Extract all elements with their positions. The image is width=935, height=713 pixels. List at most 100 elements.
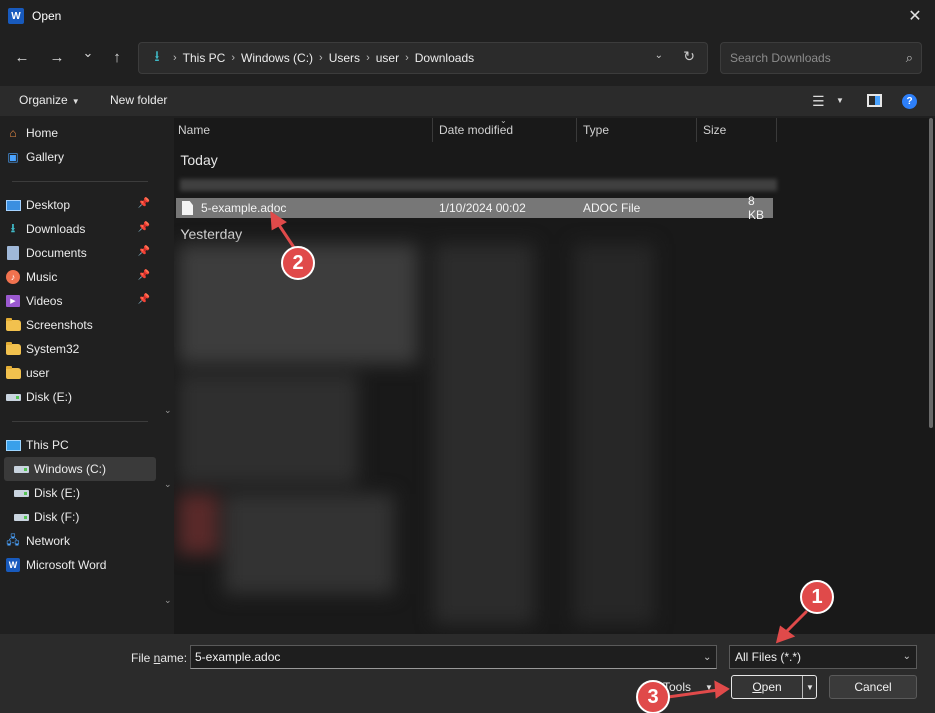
- column-header-size[interactable]: Size: [703, 123, 726, 137]
- file-list-scrollbar[interactable]: [929, 118, 933, 428]
- navigation-bar: ← → ⌄ ↑ ⭳ › This PC › Windows (C:) › Use…: [0, 36, 935, 82]
- column-header-date-modified[interactable]: Date modified: [439, 123, 513, 137]
- sidebar-item-network[interactable]: 🖧 Network: [4, 529, 156, 553]
- chevron-right-icon[interactable]: ›: [366, 52, 370, 64]
- sidebar-item-this-pc[interactable]: This PC: [4, 433, 156, 457]
- sidebar-divider: [12, 421, 148, 422]
- recent-locations-chevron-icon[interactable]: ⌄: [75, 40, 101, 66]
- table-row-selected[interactable]: 5-example.adoc 1/10/2024 00:02 ADOC File…: [176, 194, 773, 222]
- file-name-input[interactable]: [190, 645, 717, 669]
- sidebar-scrollbar[interactable]: ⌄ ⌄ ⌄: [162, 118, 174, 634]
- caret-down-icon[interactable]: ▼: [705, 683, 713, 692]
- file-type-select[interactable]: All Files (*.*) ⌄: [729, 645, 917, 669]
- column-header-name[interactable]: Name: [178, 123, 210, 137]
- pin-icon[interactable]: 📌: [138, 246, 150, 257]
- caret-down-icon[interactable]: ▼: [806, 683, 814, 692]
- documents-icon: [7, 246, 19, 260]
- word-app-icon: W: [8, 8, 24, 24]
- sidebar-item-disk-e-quick[interactable]: Disk (E:): [4, 385, 156, 409]
- address-bar[interactable]: ⭳ › This PC › Windows (C:) › Users › use…: [138, 42, 708, 74]
- videos-icon: ▶: [6, 295, 20, 307]
- cancel-button[interactable]: Cancel: [829, 675, 917, 699]
- breadcrumb-this-pc[interactable]: This PC: [183, 51, 226, 65]
- sidebar-item-user[interactable]: user: [4, 361, 156, 385]
- chevron-right-icon[interactable]: ›: [405, 52, 409, 64]
- file-type: ADOC File: [583, 201, 641, 215]
- annotation-marker-3: 3: [636, 680, 670, 713]
- file-size: 8 KB: [748, 194, 765, 222]
- pin-icon[interactable]: 📌: [138, 222, 150, 233]
- drive-icon: [13, 513, 29, 521]
- sidebar-item-music[interactable]: ♪ Music 📌: [4, 265, 156, 289]
- open-button[interactable]: Open ▼: [731, 675, 817, 699]
- sidebar-item-label: Gallery: [26, 150, 65, 164]
- sidebar-item-label: Windows (C:): [34, 462, 107, 476]
- network-icon: 🖧: [6, 532, 20, 547]
- chevron-right-icon[interactable]: ›: [231, 52, 235, 64]
- breadcrumb-user[interactable]: user: [376, 51, 399, 65]
- sidebar-item-videos[interactable]: ▶ Videos 📌: [4, 289, 156, 313]
- sidebar-item-label: Screenshots: [26, 318, 93, 332]
- sidebar-item-disk-f[interactable]: Disk (F:): [4, 505, 156, 529]
- pin-icon[interactable]: 📌: [138, 294, 150, 305]
- column-divider[interactable]: [776, 118, 777, 142]
- downloads-location-icon: ⭳: [154, 47, 160, 65]
- sidebar-item-label: Disk (E:): [26, 390, 72, 404]
- new-folder-button[interactable]: New folder: [110, 93, 167, 107]
- file-type-value: All Files (*.*): [735, 650, 802, 664]
- sidebar-item-disk-e[interactable]: Disk (E:): [4, 481, 156, 505]
- view-list-icon[interactable]: ☰: [812, 93, 825, 110]
- organize-button[interactable]: Organize ▼: [19, 93, 80, 107]
- downloads-icon: ⭳: [10, 220, 16, 235]
- search-icon[interactable]: ⌕: [906, 50, 913, 66]
- sidebar-item-label: Documents: [26, 246, 87, 260]
- preview-pane-icon[interactable]: [867, 94, 882, 107]
- sidebar-item-microsoft-word[interactable]: W Microsoft Word: [4, 553, 156, 577]
- up-arrow-icon[interactable]: ↑: [104, 44, 130, 70]
- pin-icon[interactable]: 📌: [138, 270, 150, 281]
- folder-icon: [5, 317, 21, 331]
- desktop-icon: [5, 199, 21, 211]
- chevron-down-icon[interactable]: ⌄: [655, 50, 663, 61]
- chevron-down-icon[interactable]: ⌄: [164, 479, 172, 490]
- pc-icon: [5, 439, 21, 451]
- column-divider[interactable]: [696, 118, 697, 142]
- column-header-type[interactable]: Type: [583, 123, 609, 137]
- help-icon[interactable]: ?: [902, 94, 917, 109]
- breadcrumb-downloads[interactable]: Downloads: [415, 51, 474, 65]
- chevron-down-icon[interactable]: ⌄: [703, 652, 711, 663]
- sidebar-item-label: System32: [26, 342, 80, 356]
- group-header-yesterday[interactable]: ⌄ Yesterday: [174, 226, 242, 242]
- chevron-right-icon[interactable]: ›: [173, 52, 177, 64]
- chevron-down-icon[interactable]: ⌄: [164, 405, 172, 416]
- sidebar-item-system32[interactable]: System32: [4, 337, 156, 361]
- back-arrow-icon[interactable]: ←: [9, 44, 35, 70]
- close-icon[interactable]: ✕: [901, 2, 929, 30]
- column-divider[interactable]: [576, 118, 577, 142]
- breadcrumb-users[interactable]: Users: [329, 51, 360, 65]
- forward-arrow-icon[interactable]: →: [44, 44, 70, 70]
- sidebar-item-windows-c[interactable]: Windows (C:): [4, 457, 156, 481]
- group-header-today[interactable]: ⌄ Today: [174, 152, 218, 168]
- chevron-down-icon[interactable]: ⌄: [164, 595, 172, 606]
- sidebar-item-downloads[interactable]: ⭳ Downloads 📌: [4, 217, 156, 241]
- chevron-right-icon[interactable]: ›: [319, 52, 323, 64]
- column-divider[interactable]: [432, 118, 433, 142]
- sidebar-item-documents[interactable]: Documents 📌: [4, 241, 156, 265]
- split-divider: [802, 676, 803, 698]
- sidebar-item-desktop[interactable]: Desktop 📌: [4, 193, 156, 217]
- sidebar-item-label: Videos: [26, 294, 63, 308]
- sidebar-item-gallery[interactable]: ▣ Gallery: [4, 145, 156, 169]
- blurred-file-rows: [174, 244, 786, 634]
- sidebar-item-home[interactable]: ⌂ Home: [4, 121, 156, 145]
- caret-down-icon[interactable]: ▼: [836, 96, 844, 105]
- organize-label: Organize: [19, 93, 68, 107]
- pin-icon[interactable]: 📌: [138, 198, 150, 209]
- command-toolbar: Organize ▼ New folder ☰ ▼ ?: [0, 86, 935, 116]
- search-box[interactable]: Search Downloads ⌕: [720, 42, 922, 74]
- breadcrumb-windows-c[interactable]: Windows (C:): [241, 51, 313, 65]
- sidebar-item-screenshots[interactable]: Screenshots: [4, 313, 156, 337]
- blurred-file-row: [180, 179, 777, 191]
- caret-down-icon: ▼: [71, 97, 80, 106]
- refresh-icon[interactable]: ↻: [683, 48, 695, 65]
